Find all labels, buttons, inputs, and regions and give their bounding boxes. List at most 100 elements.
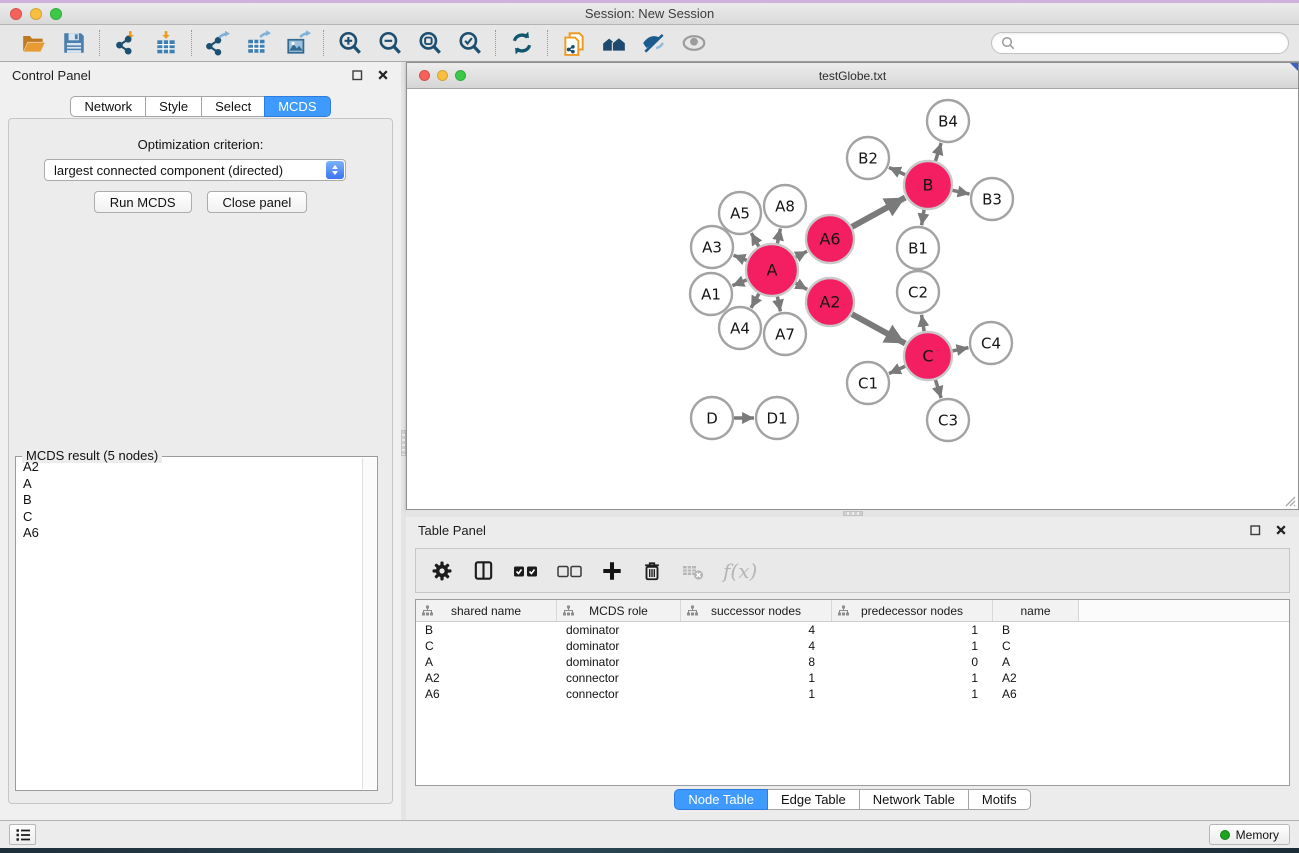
hide-graphics-details-button[interactable] — [637, 28, 670, 58]
tab-network[interactable]: Network — [70, 96, 146, 117]
graph-edge-C-C1[interactable] — [889, 366, 905, 373]
graph-node-A4[interactable]: A4 — [719, 307, 761, 349]
graph-edge-A-A2[interactable] — [796, 283, 808, 289]
graph-node-B3[interactable]: B3 — [971, 178, 1013, 220]
zoom-selected-button[interactable] — [453, 28, 486, 58]
export-table-button[interactable] — [241, 28, 274, 58]
table-row[interactable]: Bdominator41B — [416, 622, 1289, 638]
graph-node-D1[interactable]: D1 — [756, 397, 798, 439]
maximize-window-button[interactable] — [50, 8, 62, 20]
graph-edge-B-B4[interactable] — [935, 143, 941, 161]
close-window-button[interactable] — [10, 8, 22, 20]
graph-node-B[interactable]: B — [904, 161, 952, 209]
copy-network-button[interactable] — [557, 28, 590, 58]
float-table-panel-button[interactable] — [1249, 524, 1261, 536]
search-field[interactable] — [991, 32, 1289, 54]
table-row[interactable]: Cdominator41C — [416, 638, 1289, 654]
network-close-button[interactable] — [419, 70, 430, 81]
graph-edge-A-A1[interactable] — [732, 280, 746, 286]
open-session-button[interactable] — [17, 28, 50, 58]
import-network-button[interactable] — [109, 28, 142, 58]
table-cell[interactable]: A2 — [416, 670, 557, 686]
graph-node-A6[interactable]: A6 — [806, 215, 854, 263]
table-cell[interactable]: 1 — [832, 686, 993, 702]
table-cell[interactable]: C — [993, 638, 1079, 654]
zoom-in-button[interactable] — [333, 28, 366, 58]
table-cell[interactable]: dominator — [557, 638, 681, 654]
table-row[interactable]: A6connector11A6 — [416, 686, 1289, 702]
mcds-result-item[interactable]: A — [18, 476, 361, 493]
graph-node-A5[interactable]: A5 — [719, 192, 761, 234]
column-header-MCDS-role[interactable]: MCDS role — [557, 600, 681, 621]
tab-mcds[interactable]: MCDS — [264, 96, 330, 117]
graph-node-C1[interactable]: C1 — [847, 362, 889, 404]
mcds-result-item[interactable]: A2 — [18, 459, 361, 476]
tab-motifs[interactable]: Motifs — [968, 789, 1031, 810]
horizontal-split-divider[interactable] — [406, 510, 1299, 517]
graph-node-C2[interactable]: C2 — [897, 271, 939, 313]
table-cell[interactable]: 1 — [681, 670, 832, 686]
table-cell[interactable]: C — [416, 638, 557, 654]
graph-edge-B-B3[interactable] — [952, 190, 969, 194]
show-column-button[interactable] — [472, 555, 495, 587]
task-history-button[interactable] — [9, 824, 36, 845]
resize-grip-icon[interactable] — [1283, 494, 1296, 507]
mcds-result-item[interactable]: B — [18, 492, 361, 509]
graph-node-A3[interactable]: A3 — [691, 226, 733, 268]
table-cell[interactable]: 4 — [681, 638, 832, 654]
graph-edge-A-A3[interactable] — [733, 255, 746, 260]
network-canvas[interactable]: B4B2BB3A8A5A6B1A3AC2A1A2A4A7C4CC1C3DD1 — [407, 89, 1298, 509]
optimization-criterion-dropdown[interactable]: largest connected component (directed) — [44, 159, 346, 181]
import-table-button[interactable] — [149, 28, 182, 58]
column-header-shared-name[interactable]: shared name — [416, 600, 557, 621]
deselect-all-columns-button[interactable] — [557, 555, 583, 587]
table-cell[interactable]: dominator — [557, 622, 681, 638]
float-panel-button[interactable] — [351, 69, 363, 81]
minimize-window-button[interactable] — [30, 8, 42, 20]
close-panel-button[interactable] — [377, 69, 389, 81]
save-session-button[interactable] — [57, 28, 90, 58]
graph-edge-A-A5[interactable] — [751, 233, 759, 246]
column-header-name[interactable]: name — [993, 600, 1079, 621]
table-cell[interactable]: A2 — [993, 670, 1079, 686]
close-table-panel-button[interactable] — [1275, 524, 1287, 536]
table-cell[interactable]: 0 — [832, 654, 993, 670]
graph-edge-C-C3[interactable] — [935, 380, 941, 398]
graph-edge-A-A7[interactable] — [777, 296, 780, 311]
graph-node-A[interactable]: A — [746, 244, 798, 296]
table-cell[interactable]: connector — [557, 686, 681, 702]
graph-node-A7[interactable]: A7 — [764, 313, 806, 355]
tab-edge-table[interactable]: Edge Table — [767, 789, 860, 810]
graph-edge-C-C2[interactable] — [922, 315, 925, 332]
zoom-out-button[interactable] — [373, 28, 406, 58]
graph-edge-A2-C[interactable] — [852, 314, 905, 343]
tab-style[interactable]: Style — [145, 96, 202, 117]
create-column-button[interactable] — [601, 555, 623, 587]
graph-node-C3[interactable]: C3 — [927, 399, 969, 441]
run-mcds-button[interactable]: Run MCDS — [94, 191, 192, 213]
close-panel-action-button[interactable]: Close panel — [207, 191, 308, 213]
column-header-predecessor-nodes[interactable]: predecessor nodes — [832, 600, 993, 621]
graph-node-B4[interactable]: B4 — [927, 100, 969, 142]
search-input[interactable] — [1020, 36, 1279, 50]
mcds-result-item[interactable]: C — [18, 509, 361, 526]
graph-edge-A-A8[interactable] — [777, 229, 780, 244]
table-cell[interactable]: A — [993, 654, 1079, 670]
column-header-successor-nodes[interactable]: successor nodes — [681, 600, 832, 621]
graph-edge-A6-B[interactable] — [852, 198, 905, 227]
table-cell[interactable]: B — [993, 622, 1079, 638]
memory-status-button[interactable]: Memory — [1209, 824, 1290, 845]
graph-node-A2[interactable]: A2 — [806, 278, 854, 326]
zoom-fit-button[interactable] — [413, 28, 446, 58]
graph-edge-A-A4[interactable] — [751, 294, 759, 308]
table-cell[interactable]: connector — [557, 670, 681, 686]
divider-handle[interactable] — [843, 511, 863, 516]
refresh-layout-button[interactable] — [505, 28, 538, 58]
tab-node-table[interactable]: Node Table — [674, 789, 768, 810]
tab-select[interactable]: Select — [201, 96, 265, 117]
mcds-result-item[interactable]: A6 — [18, 525, 361, 542]
graph-node-A8[interactable]: A8 — [764, 185, 806, 227]
select-all-columns-button[interactable] — [513, 555, 539, 587]
show-graphics-details-button[interactable] — [677, 28, 710, 58]
delete-table-button-disabled[interactable] — [681, 555, 705, 587]
